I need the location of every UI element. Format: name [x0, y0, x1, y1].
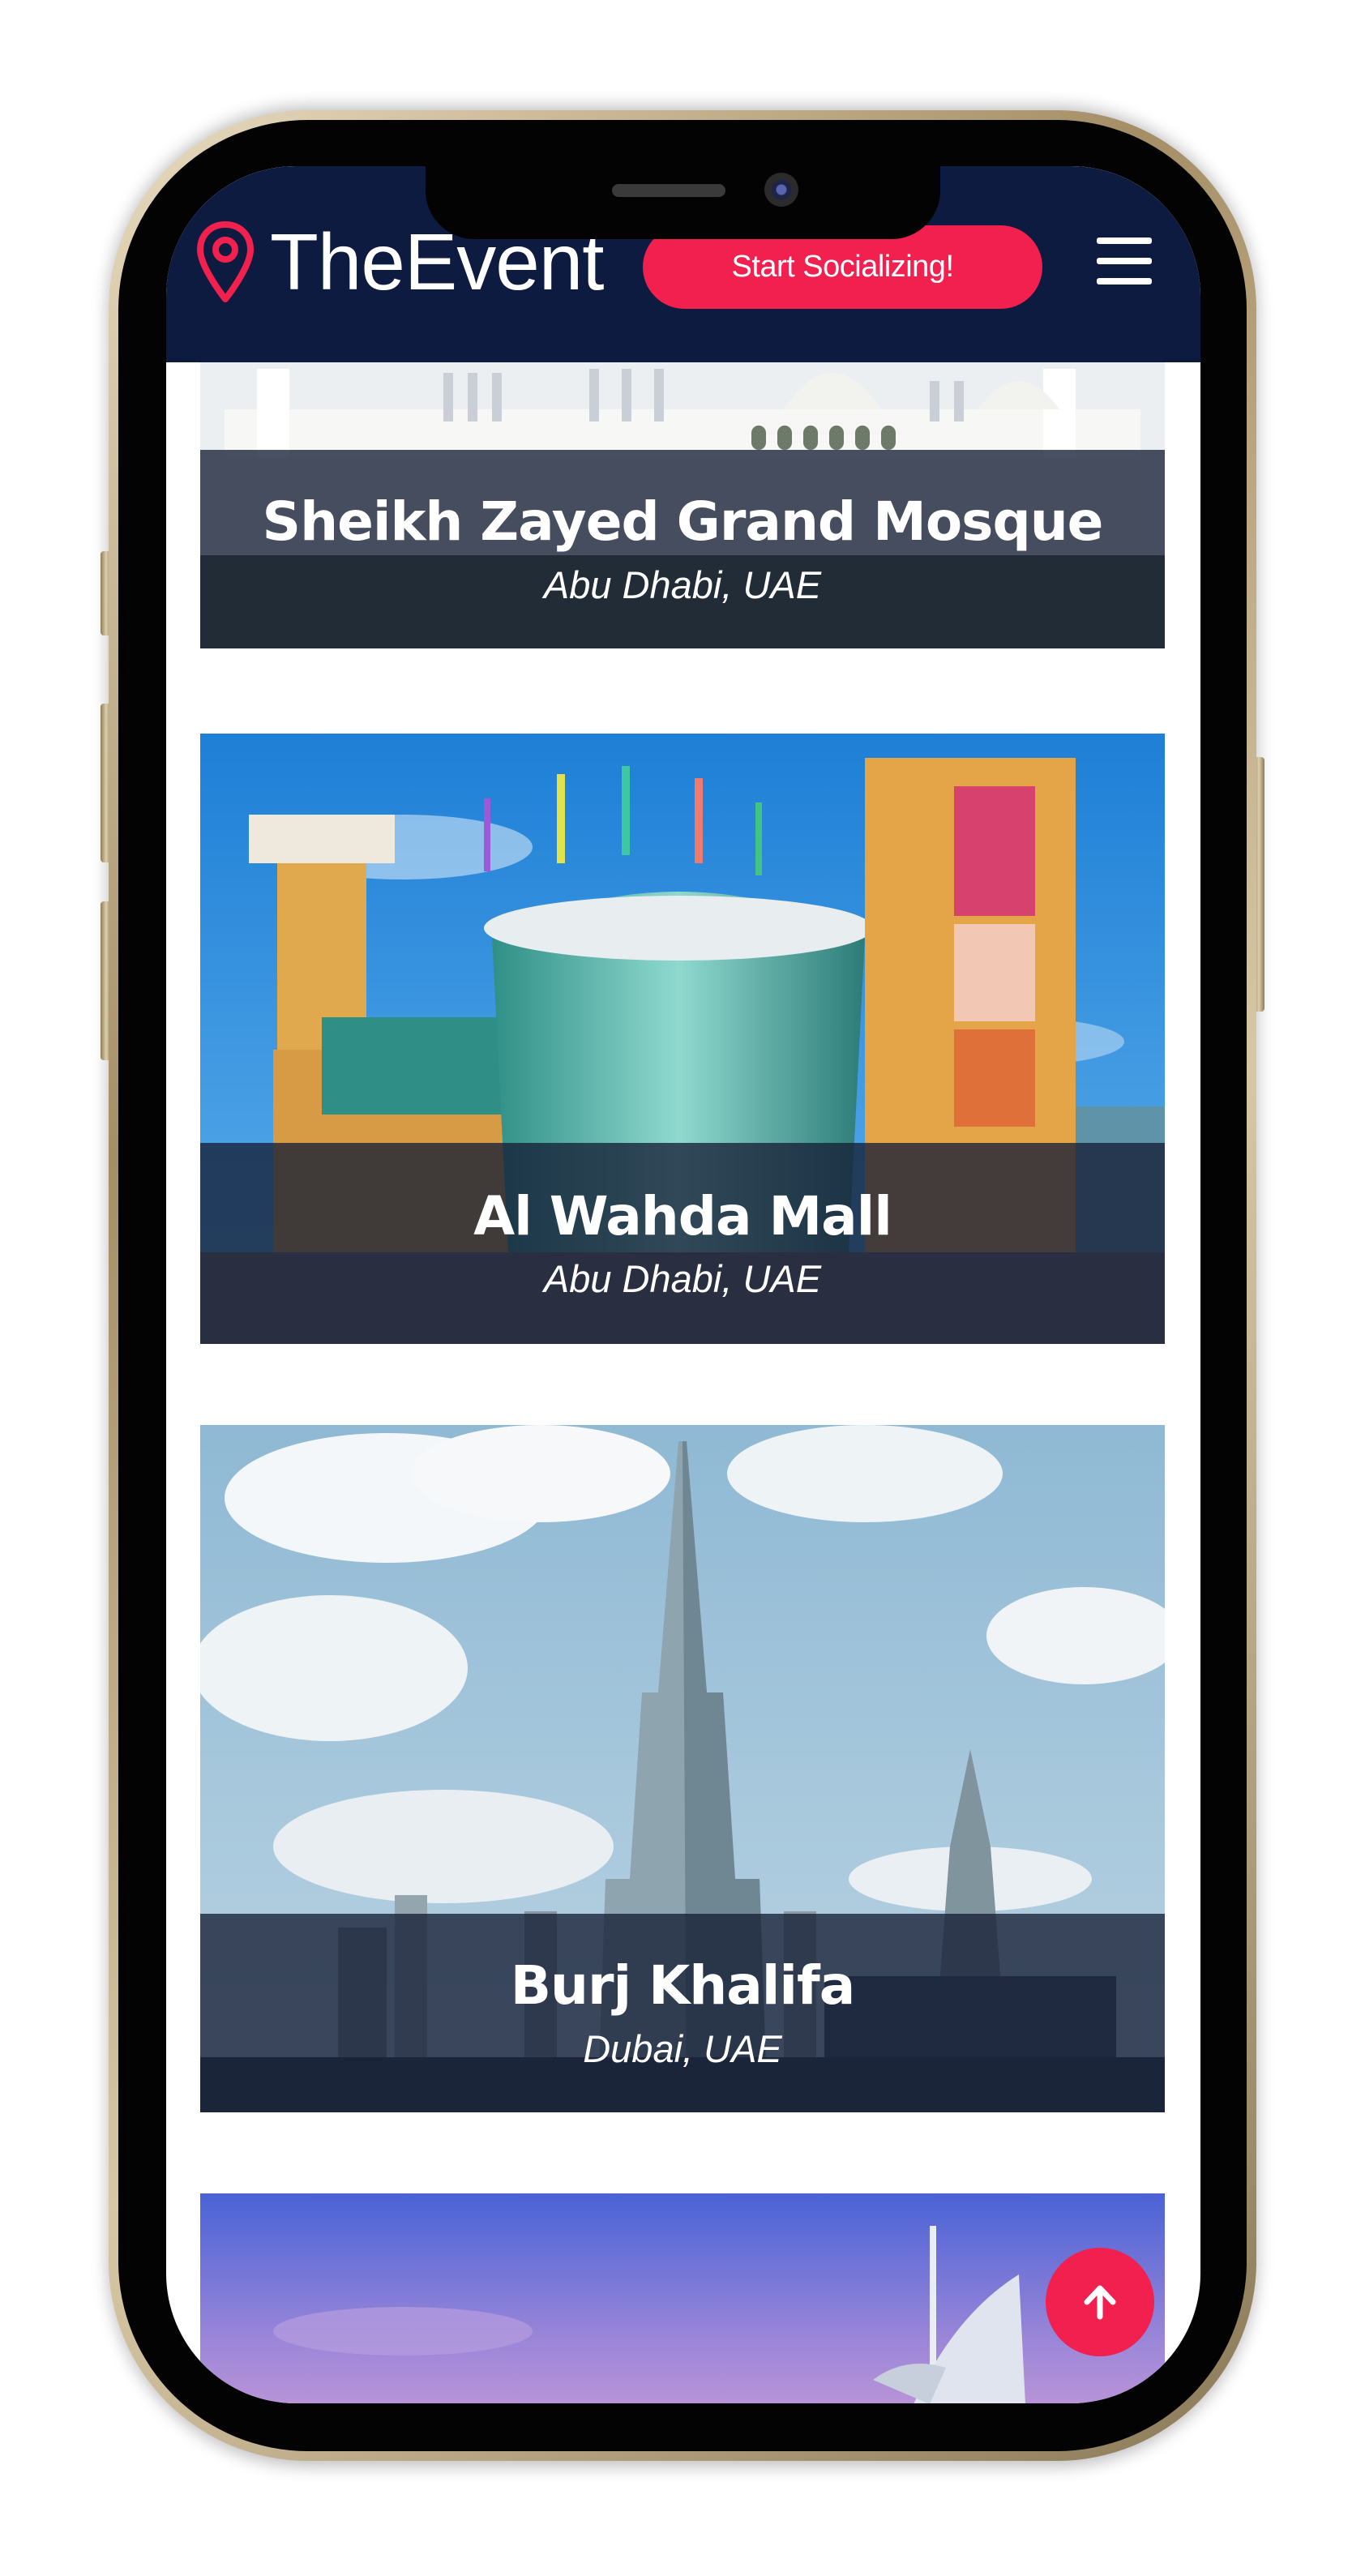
front-camera [764, 173, 798, 207]
venue-card-partial[interactable] [200, 2193, 1165, 2403]
venue-caption: Burj Khalifa Dubai, UAE [200, 1914, 1165, 2112]
arrow-up-icon [1084, 2285, 1116, 2320]
venue-image [200, 2193, 1165, 2403]
venue-caption: Sheikh Zayed Grand Mosque Abu Dhabi, UAE [200, 450, 1165, 648]
venue-location: Abu Dhabi, UAE [543, 563, 822, 606]
phone-notch [426, 158, 940, 239]
venue-card-al-wahda-mall[interactable]: Al Wahda Mall Abu Dhabi, UAE [200, 734, 1165, 1344]
map-pin-icon [197, 220, 254, 302]
venue-title: Burj Khalifa [510, 1954, 856, 2018]
phone-screen[interactable]: TheEvent Start Socializing! Sheikh Zayed… [166, 166, 1200, 2403]
back-to-top-button[interactable] [1046, 2248, 1154, 2356]
venue-location: Dubai, UAE [583, 2026, 782, 2070]
earpiece-speaker [612, 184, 725, 197]
hamburger-menu-icon[interactable] [1097, 237, 1152, 286]
venue-location: Abu Dhabi, UAE [543, 1257, 822, 1301]
venue-title: Al Wahda Mall [473, 1184, 892, 1247]
venue-title: Sheikh Zayed Grand Mosque [262, 490, 1104, 554]
venue-card-burj-khalifa[interactable]: Burj Khalifa Dubai, UAE [200, 1425, 1165, 2112]
venue-caption: Al Wahda Mall Abu Dhabi, UAE [200, 1143, 1165, 1344]
